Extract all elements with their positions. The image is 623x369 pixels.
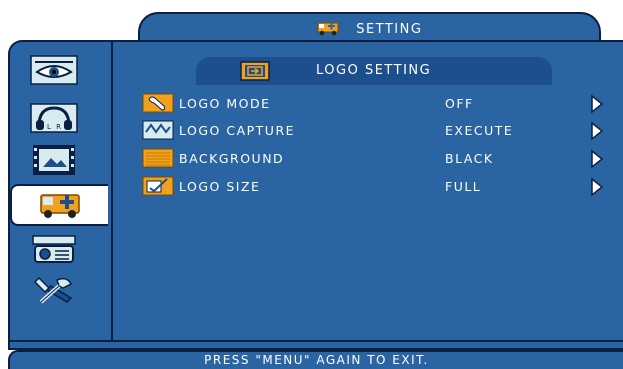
logo-size-icon [142, 176, 174, 196]
menu-row-background[interactable]: BACKGROUND BLACK [142, 148, 612, 170]
setting-ambulance-icon [40, 194, 80, 218]
row-label: LOGO SIZE [179, 179, 261, 194]
row-label: LOGO CAPTURE [179, 123, 296, 138]
section-title: LOGO SETTING [316, 63, 432, 78]
menu-row-logo-capture[interactable]: LOGO CAPTURE EXECUTE [142, 120, 612, 142]
menu-row-logo-size[interactable]: LOGO SIZE FULL [142, 176, 612, 198]
sidebar-item-setting[interactable] [10, 184, 108, 226]
row-label: BACKGROUND [179, 151, 285, 166]
audio-headphones-icon: L R [30, 103, 78, 133]
row-value: OFF [445, 96, 474, 111]
arrow-right-icon[interactable] [590, 94, 604, 114]
sidebar-item-picture[interactable] [12, 52, 96, 88]
menu-row-logo-mode[interactable]: LOGO MODE OFF [142, 93, 612, 115]
ambulance-icon [317, 22, 339, 36]
sidebar-item-tools[interactable] [12, 272, 96, 308]
logo-capture-icon [142, 120, 174, 140]
row-value: EXECUTE [445, 123, 514, 138]
row-value: BLACK [445, 151, 494, 166]
arrow-right-icon[interactable] [590, 177, 604, 197]
section-header: LOGO SETTING [196, 57, 552, 85]
row-value: FULL [445, 179, 482, 194]
sidebar-item-audio[interactable]: L R [12, 100, 96, 136]
background-icon [142, 148, 174, 168]
footer-divider [10, 340, 623, 342]
sidebar-item-projector[interactable] [12, 232, 96, 268]
logo-setting-icon [240, 61, 270, 81]
arrow-right-icon[interactable] [590, 149, 604, 169]
sidebar-item-image[interactable] [12, 142, 96, 178]
tools-icon [33, 276, 73, 304]
projector-icon [32, 235, 76, 263]
footer-hint: PRESS "MENU" AGAIN TO EXIT. [8, 350, 623, 369]
image-film-icon [33, 145, 75, 175]
picture-eye-icon [30, 55, 78, 85]
row-label: LOGO MODE [179, 96, 271, 111]
arrow-right-icon[interactable] [590, 121, 604, 141]
footer-text: PRESS "MENU" AGAIN TO EXIT. [204, 353, 429, 367]
menu-title: SETTING [356, 22, 423, 37]
logo-mode-icon [142, 93, 174, 113]
svg-text:L R: L R [47, 123, 63, 131]
